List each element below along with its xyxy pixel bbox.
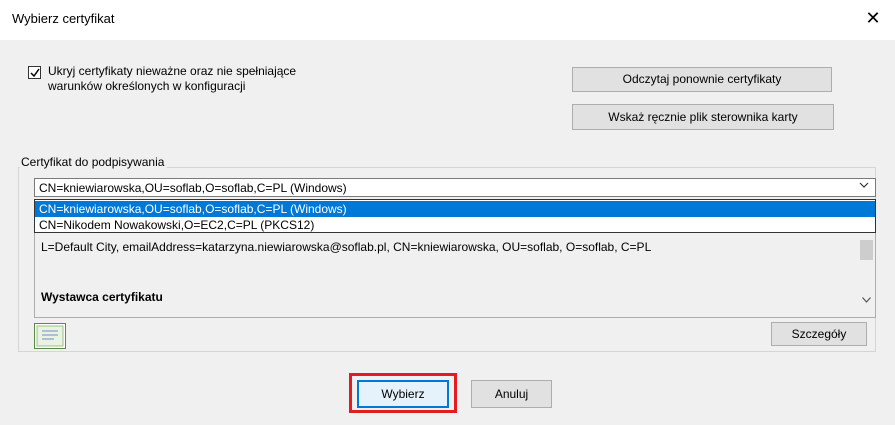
certificate-dropdown-list: CN=kniewiarowska,OU=soflab,O=soflab,C=PL… [34,199,876,233]
choose-button-label[interactable]: Wybierz [357,380,449,408]
certificate-select-value: CN=kniewiarowska,OU=soflab,O=soflab,C=PL… [39,181,347,195]
close-icon[interactable]: ✕ [851,0,895,36]
select-driver-file-button[interactable]: Wskaż ręcznie plik sterownika karty [572,104,834,130]
reload-certificates-button[interactable]: Odczytaj ponownie certyfikaty [572,67,832,92]
choose-button[interactable]: Wybierz [349,374,457,414]
checkmark-icon [30,68,40,78]
certificate-icon [34,323,66,349]
certificate-select[interactable]: CN=kniewiarowska,OU=soflab,O=soflab,C=PL… [34,178,876,197]
cancel-button[interactable]: Anuluj [471,380,552,408]
chevron-down-icon[interactable] [859,182,869,189]
dropdown-item[interactable]: CN=Nikodem Nowakowski,O=EC2,C=PL (PKCS12… [35,217,875,233]
dialog-title: Wybierz certyfikat [12,11,115,26]
hide-invalid-label: Ukryj certyfikaty nieważne oraz nie speł… [48,64,297,93]
issuer-text: ... [59,310,70,318]
hide-invalid-checkbox[interactable] [28,66,41,79]
title-bar: Wybierz certyfikat ✕ [0,0,895,40]
scroll-thumb[interactable] [860,240,873,260]
details-button[interactable]: Szczegóły [771,322,867,346]
certificate-group-label: Certyfikat do podpisywania [20,155,168,169]
scroll-down-icon[interactable] [862,297,871,303]
dropdown-item[interactable]: CN=kniewiarowska,OU=soflab,O=soflab,C=PL… [35,201,875,217]
subject-text: L=Default City, emailAddress=katarzyna.n… [41,240,652,254]
issuer-heading: Wystawca certyfikatu [41,290,163,304]
